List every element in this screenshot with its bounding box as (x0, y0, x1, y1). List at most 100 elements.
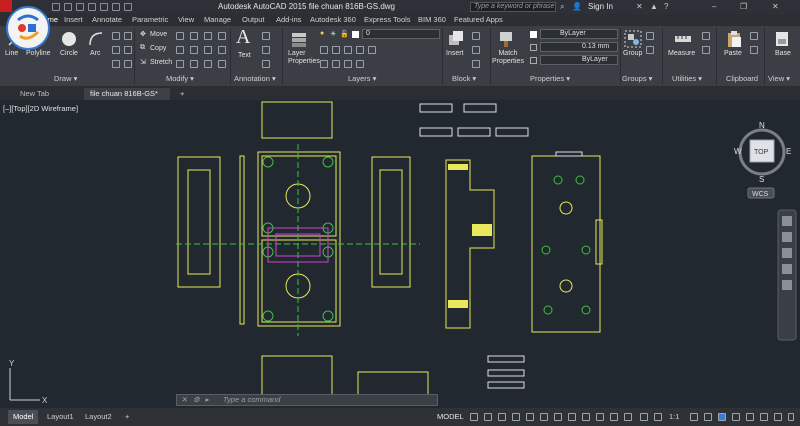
new-tab-button[interactable]: + (174, 88, 190, 100)
customize-icon[interactable]: ⚙ (193, 395, 200, 405)
measure-icon[interactable] (674, 32, 692, 46)
polyline-tool-label[interactable]: Polyline (26, 50, 51, 57)
recent-commands-icon[interactable]: ▸ (205, 395, 209, 405)
layer-lock-icon[interactable]: 🔓 (340, 30, 349, 38)
tab-autodesk-360[interactable]: Autodesk 360 (310, 15, 356, 24)
linetype-dropdown[interactable]: ByLayer (540, 55, 618, 65)
close-icon[interactable]: ✕ (181, 395, 187, 405)
layer-on-icon[interactable]: ● (320, 30, 324, 37)
save-icon[interactable] (76, 3, 84, 11)
circle-tool-label[interactable]: Circle (60, 50, 78, 57)
new-layout-button[interactable]: + (120, 410, 134, 424)
layer-tool-icon[interactable] (332, 46, 340, 54)
tab-featured-apps[interactable]: Featured Apps (454, 15, 503, 24)
measure-label[interactable]: Measure (668, 50, 695, 57)
annotation-monitor-icon[interactable] (704, 413, 712, 421)
base-view-label[interactable]: Base (775, 50, 791, 57)
properties-panel-label[interactable]: Properties ▾ (530, 74, 570, 83)
layer-tool-icon[interactable] (320, 60, 328, 68)
drawing-canvas[interactable]: Y X TOP N S W E WCS (0, 100, 800, 408)
layer-tool-icon[interactable] (344, 46, 352, 54)
layout-tab-layout1[interactable]: Layout1 (42, 410, 79, 424)
command-line[interactable]: ✕ ⚙ ▸ Type a command (176, 394, 438, 406)
tab-manage[interactable]: Manage (204, 15, 231, 24)
minimize-button[interactable]: – (712, 2, 716, 11)
tab-view[interactable]: View (178, 15, 194, 24)
layer-freeze-icon[interactable]: ☀ (330, 30, 336, 38)
modify-panel-label[interactable]: Modify ▾ (166, 74, 194, 83)
color-dropdown[interactable]: ByLayer (540, 29, 618, 39)
polar-tracking-icon[interactable] (540, 413, 548, 421)
layer-tool-icon[interactable] (356, 60, 364, 68)
table-icon[interactable] (262, 60, 270, 68)
arc-tool-label[interactable]: Arc (90, 50, 101, 57)
clean-screen-icon[interactable] (774, 413, 782, 421)
exchange-icon[interactable]: ✕ (636, 2, 643, 11)
cad-drawing[interactable]: Y X TOP N S W E WCS (0, 100, 800, 408)
steering-wheel-icon[interactable] (782, 216, 792, 226)
pan-icon[interactable] (782, 232, 792, 242)
redo-icon[interactable] (124, 3, 132, 11)
edit-block-icon[interactable] (472, 46, 480, 54)
lineweight-dropdown[interactable]: 0.13 mm (540, 42, 618, 52)
join-icon[interactable] (218, 46, 226, 54)
application-menu-button[interactable] (0, 0, 12, 12)
orbit-icon[interactable] (782, 264, 792, 274)
tab-output[interactable]: Output (242, 15, 265, 24)
viewcube[interactable]: TOP N S W E WCS (734, 121, 791, 199)
move-button[interactable]: Move (150, 31, 167, 38)
arc-tool-icon[interactable] (88, 31, 104, 47)
layer-tool-icon[interactable] (356, 46, 364, 54)
viewcube-east[interactable]: E (786, 147, 791, 156)
copy-clip-icon[interactable] (750, 46, 758, 54)
infer-constraints-icon[interactable] (498, 413, 506, 421)
draw-panel-label[interactable]: Draw ▾ (54, 74, 77, 83)
layers-panel-label[interactable]: Layers ▾ (348, 74, 376, 83)
save-as-icon[interactable] (88, 3, 96, 11)
fillet-icon[interactable] (190, 46, 198, 54)
layer-properties-icon[interactable] (290, 30, 308, 48)
rotate-icon[interactable] (176, 32, 184, 40)
select-all-icon[interactable] (702, 46, 710, 54)
dimension-icon[interactable] (262, 32, 270, 40)
match-properties-label[interactable]: Match Properties (492, 50, 524, 66)
leader-icon[interactable] (262, 46, 270, 54)
lengthen-icon[interactable] (218, 60, 226, 68)
layer-tool-icon[interactable] (344, 60, 352, 68)
tab-parametric[interactable]: Parametric (132, 15, 168, 24)
mirror-icon[interactable] (176, 46, 184, 54)
text-tool-label[interactable]: Text (238, 52, 251, 59)
open-file-icon[interactable] (64, 3, 72, 11)
layer-tool-icon[interactable] (320, 46, 328, 54)
group-icon[interactable] (624, 30, 642, 48)
quick-select-icon[interactable] (702, 32, 710, 40)
layout-tab-model[interactable]: Model (8, 410, 39, 424)
showmotion-icon[interactable] (782, 280, 792, 290)
lock-ui-icon[interactable] (746, 413, 754, 421)
sign-in-button[interactable]: Sign In (588, 2, 613, 11)
viewcube-south[interactable]: S (759, 175, 764, 184)
erase-icon[interactable] (204, 32, 212, 40)
zoom-icon[interactable] (782, 248, 792, 258)
paste-icon[interactable] (726, 30, 742, 48)
viewcube-top[interactable]: TOP (754, 149, 769, 156)
region-tool-icon[interactable] (112, 60, 120, 68)
search-icon[interactable]: ⌕ (560, 2, 564, 12)
text-tool-icon[interactable]: A (236, 26, 250, 49)
clipboard-panel-label[interactable]: Clipboard (726, 74, 758, 83)
cut-icon[interactable] (750, 32, 758, 40)
groups-panel-label[interactable]: Groups ▾ (622, 74, 652, 83)
navigation-bar[interactable] (777, 209, 797, 341)
a360-icon[interactable]: ▲ (650, 2, 658, 11)
layout-tab-layout2[interactable]: Layout2 (80, 410, 117, 424)
rectangle-tool-icon[interactable] (112, 32, 120, 40)
layer-dropdown[interactable]: 0 (362, 29, 440, 39)
customization-icon[interactable] (788, 413, 794, 421)
view-panel-label[interactable]: View ▾ (768, 74, 790, 83)
match-properties-text[interactable]: Match Properties (492, 50, 524, 66)
annotation-scale[interactable]: 1:1 (664, 410, 684, 424)
layer-properties-text[interactable]: Layer Properties (288, 50, 320, 66)
edit-attributes-icon[interactable] (472, 60, 480, 68)
stretch-button[interactable]: Stretch (150, 59, 172, 66)
scale-icon[interactable] (176, 60, 184, 68)
